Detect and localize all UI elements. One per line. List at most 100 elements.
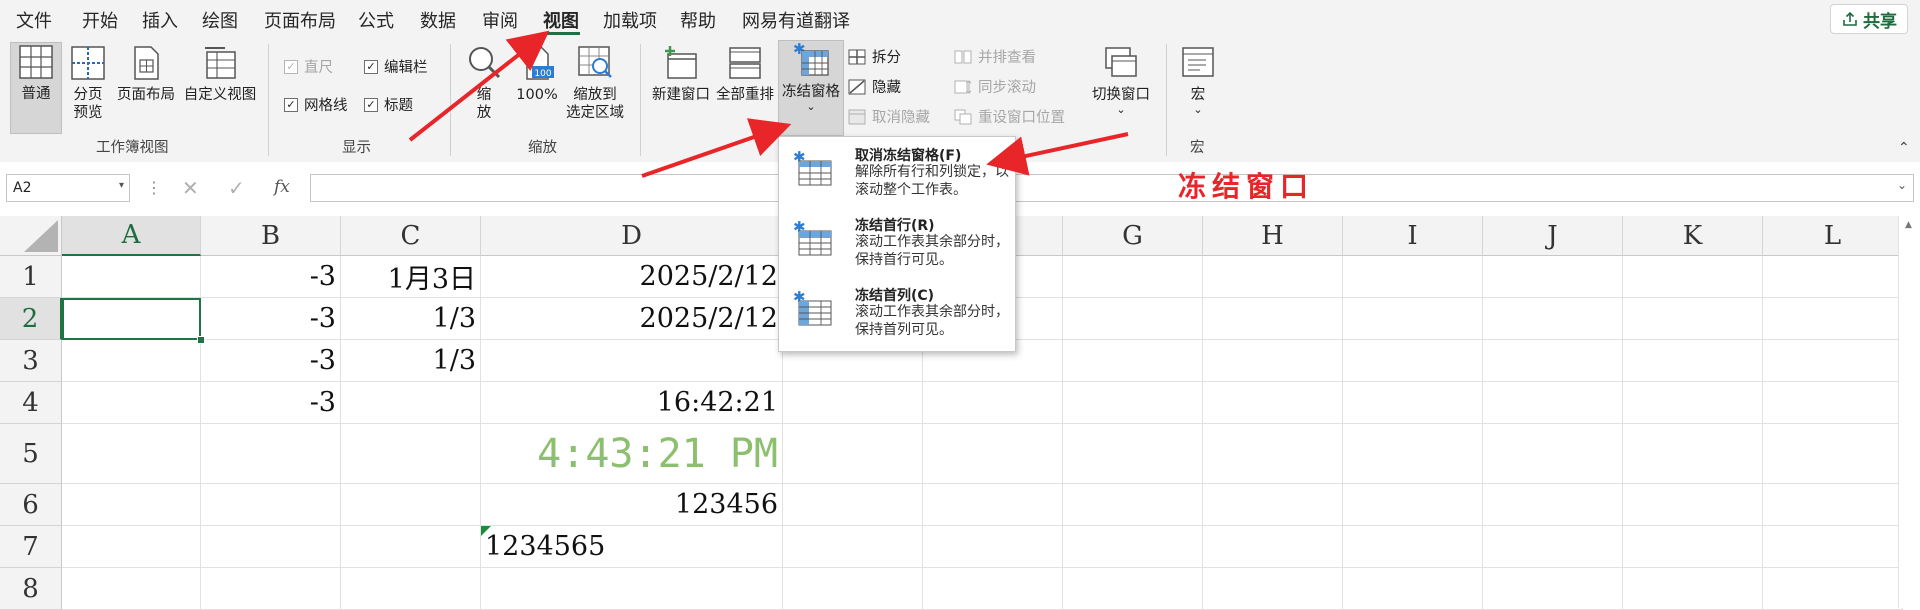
cell-k3[interactable]: [1623, 340, 1763, 382]
cell-d3[interactable]: [481, 340, 783, 382]
cell-b7[interactable]: [201, 526, 341, 568]
tab-view[interactable]: 视图: [543, 7, 579, 33]
cell-h1[interactable]: [1203, 256, 1343, 298]
row-header-2[interactable]: 2: [0, 298, 62, 340]
cell-i1[interactable]: [1343, 256, 1483, 298]
tab-add-ins[interactable]: 加载项: [603, 7, 657, 33]
enter-icon[interactable]: ✓: [228, 176, 245, 200]
cell-f4[interactable]: [923, 382, 1063, 424]
cell-a1[interactable]: [62, 256, 201, 298]
reset-window-position-button[interactable]: 重设窗口位置: [954, 106, 1065, 127]
cell-b1[interactable]: -3: [201, 256, 341, 298]
cell-f7[interactable]: [923, 526, 1063, 568]
cell-d2[interactable]: 2025/2/12: [481, 298, 783, 340]
cell-c1[interactable]: 1月3日: [341, 256, 481, 298]
cell-g6[interactable]: [1063, 484, 1203, 526]
cell-d4[interactable]: 16:42:21: [481, 382, 783, 424]
cell-k7[interactable]: [1623, 526, 1763, 568]
headings-checkbox[interactable]: ✓ 标题: [364, 94, 413, 115]
cell-e4[interactable]: [783, 382, 923, 424]
cell-a4[interactable]: [62, 382, 201, 424]
cell-l4[interactable]: [1763, 382, 1903, 424]
cell-k8[interactable]: [1623, 568, 1763, 610]
cell-a5[interactable]: [62, 424, 201, 484]
name-box[interactable]: A2 ▾: [6, 174, 130, 202]
cell-c3[interactable]: 1/3: [341, 340, 481, 382]
cell-j7[interactable]: [1483, 526, 1623, 568]
cell-c2[interactable]: 1/3: [341, 298, 481, 340]
cell-k6[interactable]: [1623, 484, 1763, 526]
column-header-g[interactable]: G: [1063, 216, 1203, 256]
new-window-button[interactable]: 新建窗口: [650, 44, 712, 104]
cell-b8[interactable]: [201, 568, 341, 610]
vertical-scrollbar[interactable]: ▲: [1898, 216, 1920, 608]
row-header-8[interactable]: 8: [0, 568, 62, 610]
hide-window-button[interactable]: 隐藏: [848, 76, 901, 97]
tab-page-layout[interactable]: 页面布局: [264, 7, 336, 33]
split-button[interactable]: 拆分: [848, 46, 901, 67]
cell-e8[interactable]: [783, 568, 923, 610]
cell-i2[interactable]: [1343, 298, 1483, 340]
cell-e5[interactable]: [783, 424, 923, 484]
cell-b2[interactable]: -3: [201, 298, 341, 340]
tab-data[interactable]: 数据: [420, 7, 456, 33]
column-header-c[interactable]: C: [341, 216, 481, 256]
collapse-ribbon-icon[interactable]: ⌃: [1898, 140, 1910, 156]
cell-g8[interactable]: [1063, 568, 1203, 610]
cell-f5[interactable]: [923, 424, 1063, 484]
zoom-to-selection-button[interactable]: 缩放到 选定区域: [562, 44, 628, 122]
row-header-3[interactable]: 3: [0, 340, 62, 382]
cell-l3[interactable]: [1763, 340, 1903, 382]
tab-formulas[interactable]: 公式: [358, 7, 394, 33]
cell-h2[interactable]: [1203, 298, 1343, 340]
zoom-100-button[interactable]: 100 100%: [512, 44, 562, 104]
cell-j8[interactable]: [1483, 568, 1623, 610]
cell-k2[interactable]: [1623, 298, 1763, 340]
page-layout-view-button[interactable]: 页面布局: [114, 44, 178, 104]
cell-e6[interactable]: [783, 484, 923, 526]
freeze-first-column-menu-item[interactable]: ✱ 冻结首列(C) 滚动工作表其余部分时，保持首列可见。: [779, 281, 1015, 351]
tab-help[interactable]: 帮助: [680, 7, 716, 33]
cell-h5[interactable]: [1203, 424, 1343, 484]
cell-j3[interactable]: [1483, 340, 1623, 382]
cell-a3[interactable]: [62, 340, 201, 382]
select-all-button[interactable]: [0, 216, 62, 256]
tab-youdao-translate[interactable]: 网易有道翻译: [742, 7, 850, 33]
macros-button[interactable]: 宏 ⌄: [1176, 44, 1220, 116]
cell-l8[interactable]: [1763, 568, 1903, 610]
chevron-down-icon[interactable]: ▾: [119, 180, 124, 191]
cell-g5[interactable]: [1063, 424, 1203, 484]
unhide-window-button[interactable]: 取消隐藏: [848, 106, 930, 127]
cell-k1[interactable]: [1623, 256, 1763, 298]
cell-c6[interactable]: [341, 484, 481, 526]
cell-l5[interactable]: [1763, 424, 1903, 484]
column-header-a[interactable]: A: [62, 216, 201, 256]
row-header-4[interactable]: 4: [0, 382, 62, 424]
cell-j2[interactable]: [1483, 298, 1623, 340]
error-indicator-icon[interactable]: [481, 526, 491, 536]
cell-d1[interactable]: 2025/2/12: [481, 256, 783, 298]
freeze-panes-button[interactable]: ✱ 冻结窗格 ⌄: [778, 40, 844, 136]
expand-formula-bar-icon[interactable]: ⌄: [1897, 178, 1907, 192]
cell-i7[interactable]: [1343, 526, 1483, 568]
row-header-7[interactable]: 7: [0, 526, 62, 568]
cell-j1[interactable]: [1483, 256, 1623, 298]
formula-bar-checkbox[interactable]: ✓ 编辑栏: [364, 56, 428, 77]
column-header-h[interactable]: H: [1203, 216, 1343, 256]
cell-a7[interactable]: [62, 526, 201, 568]
cell-c7[interactable]: [341, 526, 481, 568]
zoom-button[interactable]: 缩 放: [462, 44, 506, 122]
cell-h6[interactable]: [1203, 484, 1343, 526]
cell-g2[interactable]: [1063, 298, 1203, 340]
cell-k5[interactable]: [1623, 424, 1763, 484]
cell-f8[interactable]: [923, 568, 1063, 610]
cell-k4[interactable]: [1623, 382, 1763, 424]
cell-i8[interactable]: [1343, 568, 1483, 610]
column-header-k[interactable]: K: [1623, 216, 1763, 256]
share-button[interactable]: 共享: [1830, 4, 1908, 34]
arrange-all-button[interactable]: 全部重排: [714, 44, 776, 104]
ruler-checkbox[interactable]: ✓ 直尺: [284, 56, 333, 77]
cell-e7[interactable]: [783, 526, 923, 568]
cell-i6[interactable]: [1343, 484, 1483, 526]
cell-d7[interactable]: 1234565: [481, 526, 783, 568]
